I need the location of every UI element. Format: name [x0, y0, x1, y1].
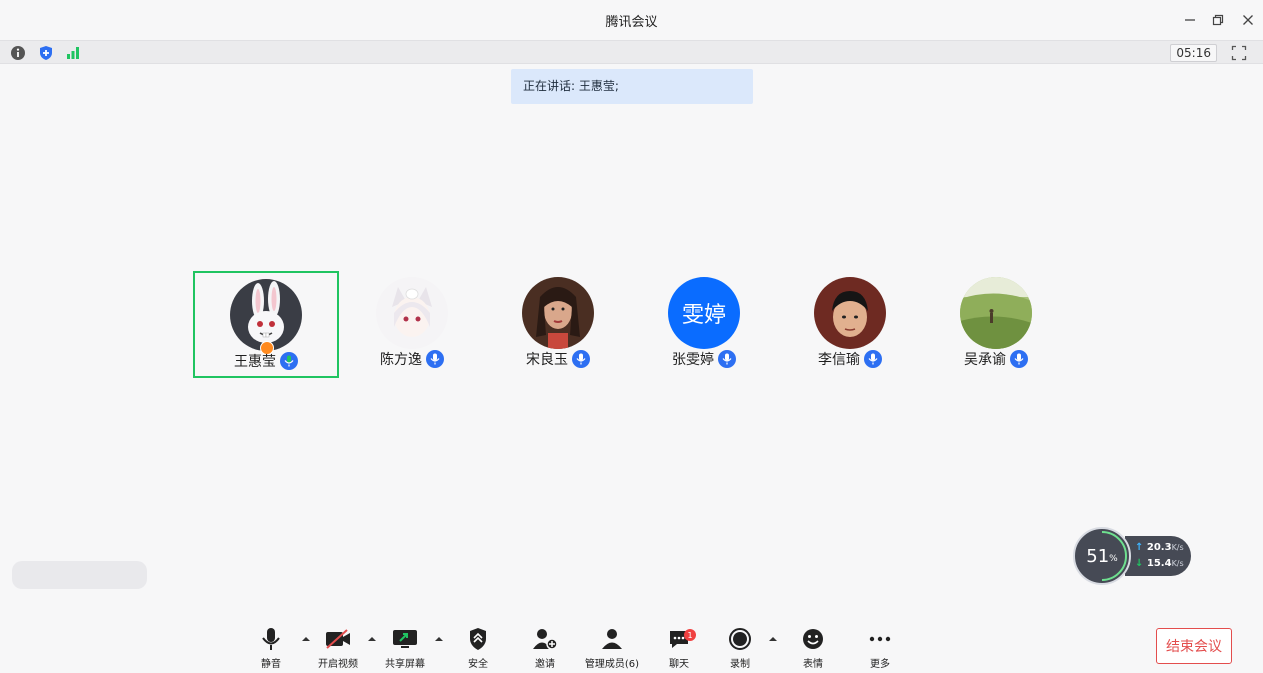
shield-icon[interactable]	[38, 45, 54, 61]
signal-strength-icon[interactable]	[65, 45, 81, 61]
record-options-caret-icon[interactable]	[768, 634, 778, 644]
download-speed: ↓ 15.4K/s	[1135, 558, 1184, 569]
microphone-icon	[258, 626, 284, 651]
emoji-icon	[800, 626, 826, 651]
window-title: 腾讯会议	[605, 15, 658, 30]
participant-name: 李信瑜	[818, 352, 860, 368]
participant-name: 张雯婷	[672, 352, 714, 368]
participant-name: 陈方逸	[380, 352, 422, 368]
mute-options-caret-icon[interactable]	[301, 634, 311, 644]
invite-user-icon	[532, 626, 558, 651]
more-dots-icon	[867, 626, 893, 651]
participant-tile[interactable]: 雯婷 张雯婷	[631, 271, 777, 378]
invite-button[interactable]: 邀请	[530, 620, 560, 670]
title-bar: 腾讯会议	[0, 0, 1263, 40]
participant-tile[interactable]: 陈方逸	[339, 271, 485, 378]
avatar	[960, 277, 1032, 349]
avatar-initials: 雯婷	[681, 303, 726, 328]
mic-icon	[864, 350, 882, 368]
share-screen-icon	[392, 626, 418, 651]
participant-name: 吴承谕	[964, 352, 1006, 368]
avatar	[376, 277, 448, 349]
share-options-caret-icon[interactable]	[434, 634, 444, 644]
participant-tile[interactable]: 李信瑜	[777, 271, 923, 378]
chat-unread-badge: 1	[684, 629, 696, 641]
manage-members-button[interactable]: 管理成员(6)	[582, 620, 642, 670]
network-speed-pill: ↑ 20.3K/s ↓ 15.4K/s	[1125, 536, 1191, 576]
avatar	[814, 277, 886, 349]
start-video-button[interactable]: 开启视频	[313, 620, 363, 670]
video-off-icon	[325, 626, 351, 651]
speaking-banner: 正在讲话: 王惠莹;	[511, 69, 753, 104]
info-icon[interactable]	[10, 45, 26, 61]
participant-tile[interactable]: 吴承谕	[923, 271, 1069, 378]
video-options-caret-icon[interactable]	[367, 634, 377, 644]
security-button[interactable]: 安全	[463, 620, 493, 670]
mute-button[interactable]: 静音	[256, 620, 286, 670]
minimize-icon[interactable]	[1180, 10, 1200, 30]
meeting-timer: 05:16	[1170, 44, 1217, 62]
participant-tile[interactable]: 宋良玉	[485, 271, 631, 378]
participant-name: 宋良玉	[526, 352, 568, 368]
restore-icon[interactable]	[1208, 10, 1228, 30]
participant-tile[interactable]: 王惠莹	[193, 271, 339, 378]
mic-active-icon	[280, 352, 298, 370]
status-bar: 05:16	[0, 40, 1263, 64]
mic-icon	[1010, 350, 1028, 368]
avatar: 雯婷	[668, 277, 740, 349]
more-button[interactable]: 更多	[865, 620, 895, 670]
network-stats-widget[interactable]: ↑ 20.3K/s ↓ 15.4K/s 51%	[1073, 527, 1191, 585]
share-screen-button[interactable]: 共享屏幕	[380, 620, 430, 670]
upload-speed: ↑ 20.3K/s	[1135, 542, 1184, 553]
close-icon[interactable]	[1238, 10, 1258, 30]
record-icon	[727, 626, 753, 651]
mic-icon	[718, 350, 736, 368]
mic-icon	[572, 350, 590, 368]
meeting-toolbar: 静音 开启视频 共享屏幕 安全 邀请 管理成员(6) 1 聊天 录制 表情 更多	[0, 620, 1263, 673]
fullscreen-icon[interactable]	[1231, 45, 1247, 61]
members-icon	[599, 626, 625, 651]
participant-name: 王惠莹	[234, 354, 276, 370]
avatar	[522, 277, 594, 349]
cpu-percent: 51%	[1086, 545, 1118, 567]
end-meeting-button[interactable]: 结束会议	[1156, 628, 1232, 664]
security-shield-icon	[465, 626, 491, 651]
record-button[interactable]: 录制	[725, 620, 755, 670]
notification-pill	[12, 561, 147, 589]
chat-button[interactable]: 1 聊天	[664, 620, 696, 670]
reaction-button[interactable]: 表情	[798, 620, 828, 670]
mic-icon	[426, 350, 444, 368]
chat-icon: 1	[666, 626, 696, 651]
